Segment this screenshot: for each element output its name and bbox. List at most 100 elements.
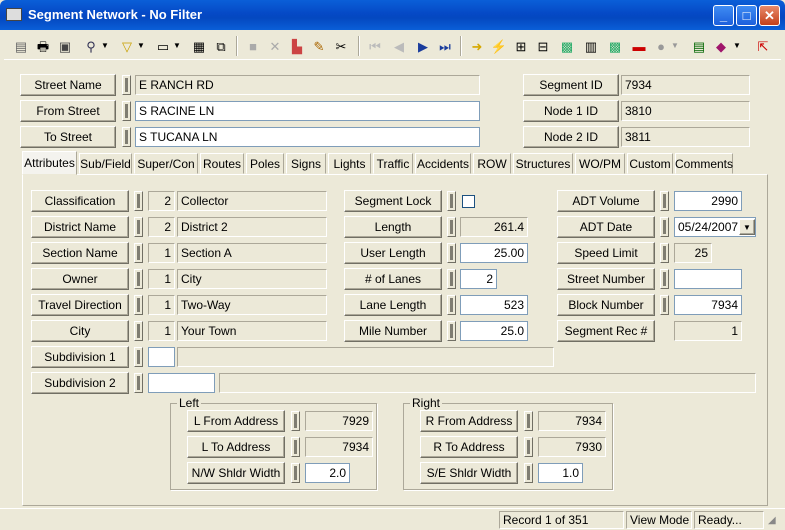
grip-handle[interactable]	[291, 411, 300, 431]
book-icon[interactable]: ◆	[710, 35, 732, 57]
to-street-button[interactable]: To Street	[20, 126, 116, 148]
adt-volume-button[interactable]: ADT Volume	[557, 190, 655, 212]
tab-traffic[interactable]: Traffic	[373, 153, 413, 174]
title-bar[interactable]: Segment Network - No Filter _ □ ✕	[0, 0, 785, 30]
properties-icon[interactable]: ▦	[188, 35, 210, 57]
grip-handle[interactable]	[122, 75, 131, 95]
subdivision2-code[interactable]	[148, 373, 215, 393]
network-icon[interactable]: ⊟	[532, 35, 554, 57]
num-lanes-button[interactable]: # of Lanes	[344, 268, 442, 290]
tab-accidents[interactable]: Accidents	[415, 153, 471, 174]
spreadsheet-icon[interactable]: ▤	[688, 35, 710, 57]
speed-limit-button[interactable]: Speed Limit	[557, 242, 655, 264]
segment-lock-checkbox[interactable]	[462, 195, 475, 208]
from-street-button[interactable]: From Street	[20, 100, 116, 122]
r-from-address-button[interactable]: R From Address	[420, 410, 518, 432]
first-record-icon[interactable]: ⏮	[364, 35, 386, 57]
user-length-field[interactable]: 25.00	[460, 243, 528, 263]
lightning-icon[interactable]: ⚡	[488, 35, 510, 57]
grip-handle[interactable]	[134, 373, 143, 393]
books-icon[interactable]: ▙	[286, 35, 308, 57]
grip-handle[interactable]	[524, 463, 533, 483]
globe-icon[interactable]: ●	[650, 35, 672, 57]
segment-id-button[interactable]: Segment ID	[523, 74, 619, 96]
dropdown-arrow-icon[interactable]: ▼	[172, 35, 182, 57]
r-to-address-button[interactable]: R To Address	[420, 436, 518, 458]
report-icon[interactable]: ▭	[152, 35, 174, 57]
user-length-button[interactable]: User Length	[344, 242, 442, 264]
subdivision1-code[interactable]	[148, 347, 175, 367]
street-number-field[interactable]	[674, 269, 742, 289]
grip-handle[interactable]	[134, 243, 143, 263]
grip-handle[interactable]	[134, 347, 143, 367]
mile-number-button[interactable]: Mile Number	[344, 320, 442, 342]
preview-icon[interactable]: ▣	[54, 35, 76, 57]
save-icon[interactable]: ■	[242, 35, 264, 57]
calculator-icon[interactable]: ▥	[580, 35, 602, 57]
tab-poles[interactable]: Poles	[246, 153, 284, 174]
section-name-button[interactable]: Section Name	[31, 242, 129, 264]
travel-direction-button[interactable]: Travel Direction	[31, 294, 129, 316]
exit-icon[interactable]: ⇱	[752, 35, 774, 57]
tab-signs[interactable]: Signs	[286, 153, 326, 174]
grip-handle[interactable]	[660, 295, 669, 315]
resize-grip-icon[interactable]: ◢	[768, 515, 782, 529]
grip-handle[interactable]	[524, 411, 533, 431]
dropdown-arrow-icon[interactable]: ▼	[100, 35, 110, 57]
previous-record-icon[interactable]: ◀	[388, 35, 410, 57]
grip-handle[interactable]	[134, 191, 143, 211]
segment-rec-button[interactable]: Segment Rec #	[557, 320, 655, 342]
classification-button[interactable]: Classification	[31, 190, 129, 212]
subdivision1-button[interactable]: Subdivision 1	[31, 346, 129, 368]
next-record-icon[interactable]: ▶	[412, 35, 434, 57]
tab-sub-field[interactable]: Sub/Field	[79, 153, 132, 174]
dropdown-arrow-icon[interactable]: ▼	[732, 35, 742, 57]
se-shldr-width-button[interactable]: S/E Shldr Width	[420, 462, 518, 484]
tab-row[interactable]: ROW	[473, 153, 511, 174]
l-from-address-button[interactable]: L From Address	[187, 410, 285, 432]
subdivision2-button[interactable]: Subdivision 2	[31, 372, 129, 394]
pencil-icon[interactable]: ✎	[308, 35, 330, 57]
grip-handle[interactable]	[524, 437, 533, 457]
tab-structures[interactable]: Structures	[513, 153, 573, 174]
block-number-field[interactable]: 7934	[674, 295, 742, 315]
from-street-field[interactable]: S RACINE LN	[135, 101, 480, 121]
grip-handle[interactable]	[134, 269, 143, 289]
grid-icon[interactable]: ▤	[10, 35, 32, 57]
date-dropdown-icon[interactable]: ▼	[739, 219, 755, 235]
tab-custom[interactable]: Custom	[627, 153, 673, 174]
length-button[interactable]: Length	[344, 216, 442, 238]
adt-date-button[interactable]: ADT Date	[557, 216, 655, 238]
lane-length-field[interactable]: 523	[460, 295, 528, 315]
district-name-button[interactable]: District Name	[31, 216, 129, 238]
filter-icon[interactable]: ▽	[116, 35, 138, 57]
grip-handle[interactable]	[660, 191, 669, 211]
se-shldr-width-field[interactable]: 1.0	[538, 463, 583, 483]
delete-icon[interactable]: ✕	[264, 35, 286, 57]
to-street-field[interactable]: S TUCANA LN	[135, 127, 480, 147]
grip-handle[interactable]	[291, 437, 300, 457]
grip-handle[interactable]	[291, 463, 300, 483]
dropdown-arrow-icon[interactable]: ▼	[136, 35, 146, 57]
grip-handle[interactable]	[122, 101, 131, 121]
grip-handle[interactable]	[134, 217, 143, 237]
grip-handle[interactable]	[447, 269, 456, 289]
print-icon[interactable]: 🖶	[32, 35, 54, 57]
grip-handle[interactable]	[122, 127, 131, 147]
goto-arrow-icon[interactable]: ➜	[466, 35, 488, 57]
num-lanes-field[interactable]: 2	[460, 269, 497, 289]
vehicle-icon[interactable]: ▬	[628, 35, 650, 57]
owner-button[interactable]: Owner	[31, 268, 129, 290]
tab-super-con[interactable]: Super/Con	[134, 153, 198, 174]
grip-handle[interactable]	[134, 321, 143, 341]
block-number-button[interactable]: Block Number	[557, 294, 655, 316]
grip-handle[interactable]	[660, 269, 669, 289]
tab-attributes[interactable]: Attributes	[22, 151, 77, 175]
dropdown-arrow-icon[interactable]: ▼	[670, 35, 680, 57]
grip-handle[interactable]	[447, 217, 456, 237]
tab-wo-pm[interactable]: WO/PM	[575, 153, 625, 174]
grip-handle[interactable]	[447, 191, 456, 211]
mile-number-field[interactable]: 25.0	[460, 321, 528, 341]
maximize-button[interactable]: □	[736, 5, 757, 26]
map-icon[interactable]: ▩	[556, 35, 578, 57]
